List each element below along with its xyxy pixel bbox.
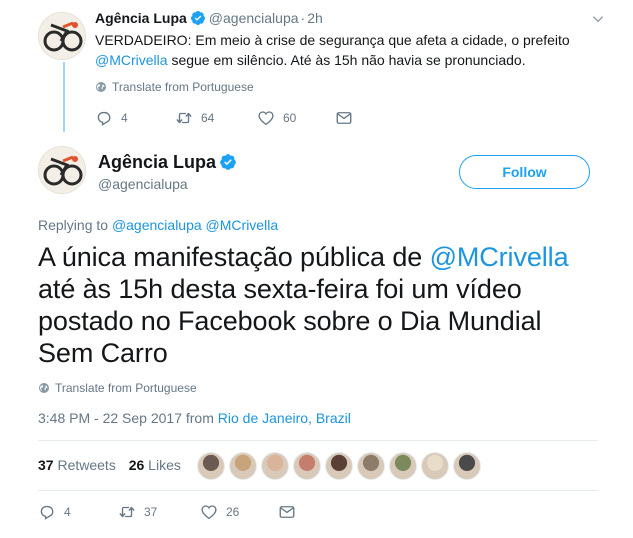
replying-mentions-link[interactable]: @agencialupa @MCrivella	[112, 217, 278, 233]
tweet-metadata: 3:48 PM - 22 Sep 2017 from Rio de Janeir…	[38, 410, 351, 426]
dm-icon	[335, 109, 353, 127]
translate-label: Translate from Portuguese	[112, 80, 254, 94]
reply-button[interactable]: 4	[95, 109, 128, 127]
like-button[interactable]: 60	[257, 109, 296, 127]
liker-avatar[interactable]	[357, 452, 385, 480]
retweets-label: Retweets	[53, 457, 116, 473]
retweets-stat[interactable]: 37 Retweets	[38, 457, 116, 473]
reply-count: 4	[64, 505, 71, 519]
retweets-count: 37	[38, 457, 54, 473]
globe-icon	[95, 81, 107, 93]
retweet-button[interactable]: 37	[118, 503, 157, 521]
verified-badge-icon	[190, 10, 206, 26]
liker-avatar[interactable]	[261, 452, 289, 480]
retweet-count: 37	[144, 505, 158, 519]
thread-connector-line	[63, 62, 65, 132]
tweet-timestamp[interactable]: 3:48 PM - 22 Sep 2017 from	[38, 410, 218, 426]
parent-action-bar: 4 64 60	[95, 109, 355, 129]
caret-down-icon[interactable]	[591, 12, 605, 26]
direct-message-button[interactable]	[335, 109, 353, 127]
separator-dot: ·	[300, 10, 306, 26]
dm-icon	[278, 503, 296, 521]
tweet-text-part: segue em silêncio. Até às 15h não havia …	[167, 52, 526, 68]
like-count: 26	[226, 505, 240, 519]
tweet-time[interactable]: 2h	[307, 10, 323, 26]
author-handle[interactable]: @agencialupa	[98, 176, 188, 192]
likes-label: Likes	[144, 457, 181, 473]
likes-count: 26	[128, 457, 145, 473]
retweet-icon	[175, 109, 193, 127]
reply-count: 4	[121, 111, 128, 125]
main-author-row: Agência Lupa	[98, 152, 237, 173]
parent-tweet-text: VERDADEIRO: Em meio à crise de segurança…	[95, 30, 595, 70]
follow-button[interactable]: Follow	[459, 155, 590, 189]
replying-to-line: Replying to @agencialupa @MCrivella	[38, 217, 278, 233]
like-count: 60	[283, 111, 297, 125]
main-tweet-text: A única manifestação pública de @MCrivel…	[38, 241, 598, 369]
divider	[38, 440, 598, 441]
liker-avatar[interactable]	[325, 452, 353, 480]
divider	[38, 490, 598, 491]
mention-link[interactable]: @MCrivella	[430, 242, 569, 272]
engagement-stats: 37 Retweets 26 Likes	[38, 457, 181, 473]
avatar[interactable]	[38, 12, 86, 60]
tweet-text-part: VERDADEIRO: Em meio à crise de segurança…	[95, 32, 570, 48]
liker-avatars	[197, 452, 481, 480]
liker-avatar[interactable]	[229, 452, 257, 480]
main-action-bar: 4 37 26	[38, 503, 298, 523]
author-name[interactable]: Agência Lupa	[95, 10, 187, 26]
likes-stat[interactable]: 26 Likes	[129, 457, 181, 473]
author-handle[interactable]: @agencialupa	[209, 10, 299, 26]
reply-button[interactable]: 4	[38, 503, 71, 521]
verified-badge-icon	[219, 153, 237, 171]
like-icon	[200, 503, 218, 521]
location-link[interactable]: Rio de Janeiro, Brazil	[218, 410, 351, 426]
reply-icon	[95, 109, 113, 127]
avatar[interactable]	[38, 146, 86, 194]
author-name[interactable]: Agência Lupa	[98, 152, 216, 172]
direct-message-button[interactable]	[278, 503, 296, 521]
liker-avatar[interactable]	[453, 452, 481, 480]
tweet-text-part: A única manifestação pública de	[38, 242, 430, 272]
retweet-count: 64	[201, 111, 215, 125]
parent-author-row: Agência Lupa @agencialupa · 2h	[95, 10, 323, 26]
liker-avatar[interactable]	[389, 452, 417, 480]
translate-link[interactable]: Translate from Portuguese	[38, 381, 197, 395]
reply-icon	[38, 503, 56, 521]
mention-link[interactable]: @MCrivella	[95, 52, 168, 68]
avatar-logo-icon	[39, 147, 86, 194]
retweet-icon	[118, 503, 136, 521]
like-icon	[257, 109, 275, 127]
globe-icon	[38, 382, 50, 394]
translate-link[interactable]: Translate from Portuguese	[95, 80, 254, 94]
retweet-button[interactable]: 64	[175, 109, 214, 127]
tweet-text-part: até às 15h desta sexta-feira foi um víde…	[38, 274, 542, 368]
avatar-logo-icon	[39, 13, 86, 60]
liker-avatar[interactable]	[421, 452, 449, 480]
translate-label: Translate from Portuguese	[55, 381, 197, 395]
like-button[interactable]: 26	[200, 503, 239, 521]
liker-avatar[interactable]	[197, 452, 225, 480]
replying-prefix: Replying to	[38, 217, 112, 233]
liker-avatar[interactable]	[293, 452, 321, 480]
